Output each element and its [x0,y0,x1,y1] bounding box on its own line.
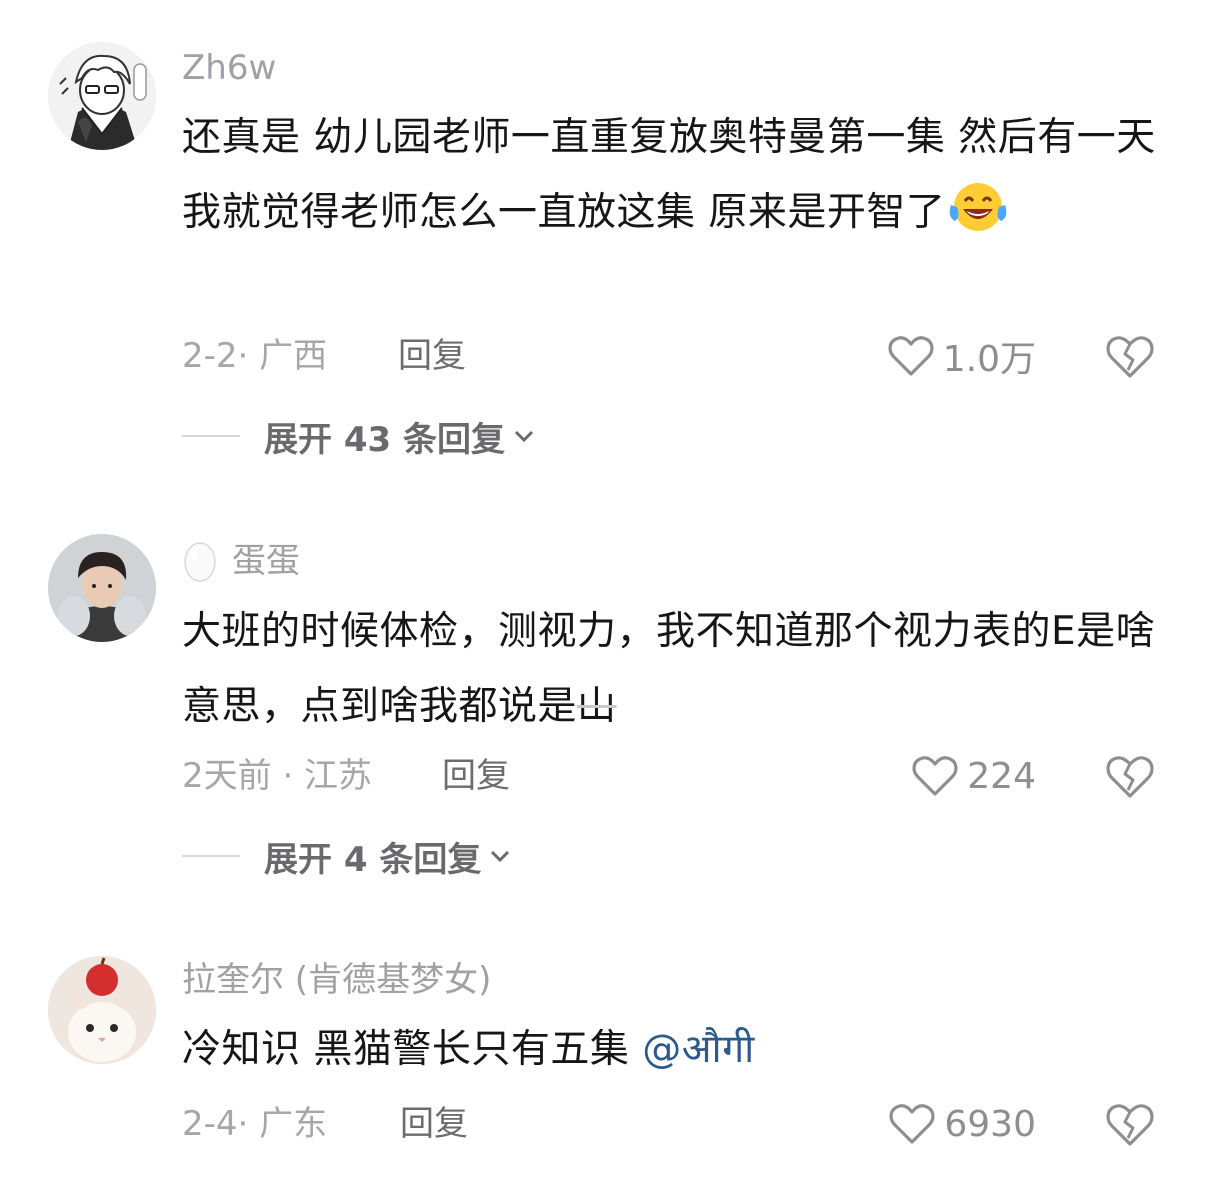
like-button[interactable]: 224 [911,750,1036,802]
reply-button[interactable]: 回复 [398,334,466,378]
comment-text: 冷知识 黑猫警长只有五集 @औगी [182,1012,1172,1087]
broken-heart-icon [1106,336,1154,378]
username-label: 蛋蛋 [232,541,300,581]
egg-icon [184,542,216,582]
expand-replies-button[interactable]: 展开 4 条回复 [182,834,513,880]
dislike-button[interactable] [1104,1098,1156,1150]
divider-line [182,435,240,437]
comment-text-body: 大班的时候体检，测视力，我不知道那个视力表的E是啥意思，点到啥我都说是 [182,609,1156,729]
chevron-down-icon [514,430,534,443]
comment-text: 还真是 幼儿园老师一直重复放奥特曼第一集 然后有一天我就觉得老师怎么一直放这集 … [182,100,1172,250]
like-button[interactable]: 6930 [888,1098,1036,1150]
comment-text: 大班的时候体检，测视力，我不知道那个视力表的E是啥意思，点到啥我都说是山 [182,594,1172,744]
like-button[interactable]: 1.0万 [887,330,1036,382]
like-count: 224 [967,755,1036,797]
comment-meta: 2-4· 广东 [182,1104,328,1144]
username[interactable]: 拉奎尔 (肯德基梦女) [182,958,491,1002]
comment-text-body: 冷知识 黑猫警长只有五集 [182,1027,643,1072]
comment-meta: 2-2· 广西 [182,336,328,376]
heart-icon [889,1104,935,1144]
avatar[interactable] [48,534,156,642]
anime-avatar-icon [48,42,156,150]
username[interactable]: Zh6w [182,46,276,90]
broken-heart-icon [1106,756,1154,798]
laughing-crying-emoji-icon [945,177,1011,235]
avatar[interactable] [48,42,156,150]
comment-meta: 2天前 · 江苏 [182,756,373,796]
like-count: 6930 [944,1103,1036,1145]
avatar[interactable] [48,956,156,1064]
mention-link[interactable]: @औगी [642,1027,754,1072]
username[interactable]: 蛋蛋 [182,538,300,583]
heart-icon [888,336,934,376]
dislike-button[interactable] [1104,330,1156,382]
dislike-button[interactable] [1104,750,1156,802]
like-count: 1.0万 [942,339,1036,380]
expand-replies-button[interactable]: 展开 43 条回复 [182,414,537,460]
chevron-down-icon [491,850,510,863]
kitten-apple-avatar-icon [48,956,156,1064]
heart-icon [912,756,958,796]
divider-line [182,855,240,857]
broken-heart-icon [1106,1104,1154,1146]
comment-text-tail: 山 [577,684,617,729]
boy-photo-avatar-icon [48,534,156,642]
reply-button[interactable]: 回复 [400,1102,468,1146]
reply-button[interactable]: 回复 [442,754,510,798]
expand-replies-label: 展开 43 条回复 [264,419,505,460]
expand-replies-label: 展开 4 条回复 [264,839,482,880]
